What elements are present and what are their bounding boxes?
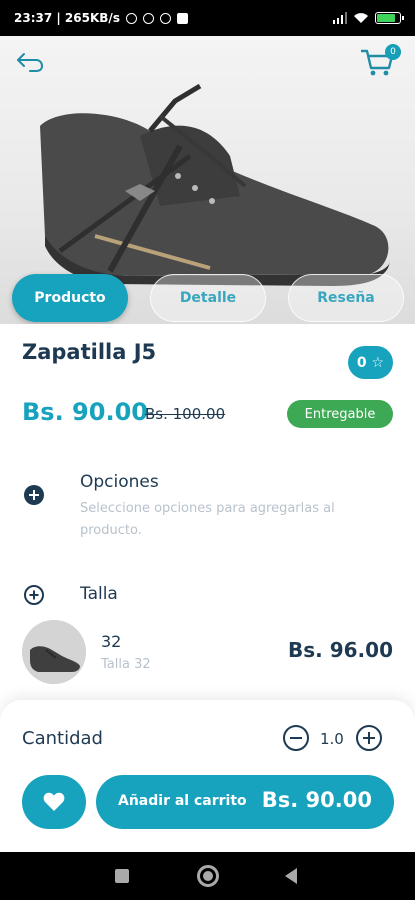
variant-thumbnail[interactable]	[22, 620, 86, 684]
variant-subtitle: Talla 32	[101, 657, 151, 672]
system-nav-bar	[0, 852, 415, 900]
product-image: 0 Producto Detalle Reseña	[0, 36, 415, 324]
rating-button[interactable]: 0 ☆	[348, 346, 393, 379]
old-price: Bs. 100.00	[145, 405, 226, 423]
tab-detalle[interactable]: Detalle	[150, 274, 266, 322]
status-badge: Entregable	[287, 400, 393, 428]
quantity-decrease-button[interactable]	[283, 725, 309, 751]
add-to-cart-button[interactable]: Añadir al carrito Bs. 90.00	[96, 775, 394, 829]
product-tabs: Producto Detalle Reseña	[10, 274, 410, 324]
variant-name: 32	[101, 632, 122, 651]
product-price: Bs. 90.00	[22, 398, 148, 426]
recents-button[interactable]	[115, 869, 129, 883]
add-size-icon[interactable]	[24, 585, 44, 605]
tab-resena[interactable]: Reseña	[288, 274, 404, 322]
battery-icon	[375, 12, 404, 24]
system-back-button[interactable]	[285, 868, 297, 884]
status-time: 23:37 | 265KB/s	[14, 11, 120, 25]
heart-icon	[43, 792, 65, 811]
signal-icon	[333, 12, 347, 24]
shoe-thumbnail	[22, 620, 86, 684]
options-title: Opciones	[80, 472, 159, 492]
tab-producto[interactable]: Producto	[12, 274, 128, 322]
add-to-cart-price: Bs. 90.00	[261, 788, 372, 812]
favorite-button[interactable]	[22, 775, 86, 829]
back-arrow-icon	[17, 53, 44, 72]
product-title: Zapatilla J5	[22, 340, 157, 364]
cart-button[interactable]: 0	[359, 44, 401, 78]
wifi-icon	[354, 13, 368, 23]
quantity-label: Cantidad	[22, 728, 103, 749]
bottom-panel: Cantidad 1.0 Añadir al carrito Bs. 90.00	[0, 700, 415, 852]
variant-price: Bs. 96.00	[288, 638, 393, 662]
add-to-cart-label: Añadir al carrito	[118, 793, 247, 809]
options-description: Seleccione opciones para agregarlas al p…	[80, 501, 335, 538]
add-option-icon[interactable]	[24, 485, 44, 505]
alarm-icon	[125, 12, 137, 24]
home-button[interactable]	[197, 865, 219, 887]
size-title: Talla	[80, 584, 118, 604]
status-bar: 23:37 | 265KB/s	[0, 0, 415, 36]
cart-count-badge: 0	[385, 44, 401, 60]
app-icon	[176, 12, 188, 24]
notification-icon	[142, 12, 154, 24]
quantity-value: 1.0	[320, 730, 344, 748]
back-button[interactable]	[14, 48, 46, 76]
quantity-increase-button[interactable]	[356, 725, 382, 751]
notification-icon-2	[159, 12, 171, 24]
